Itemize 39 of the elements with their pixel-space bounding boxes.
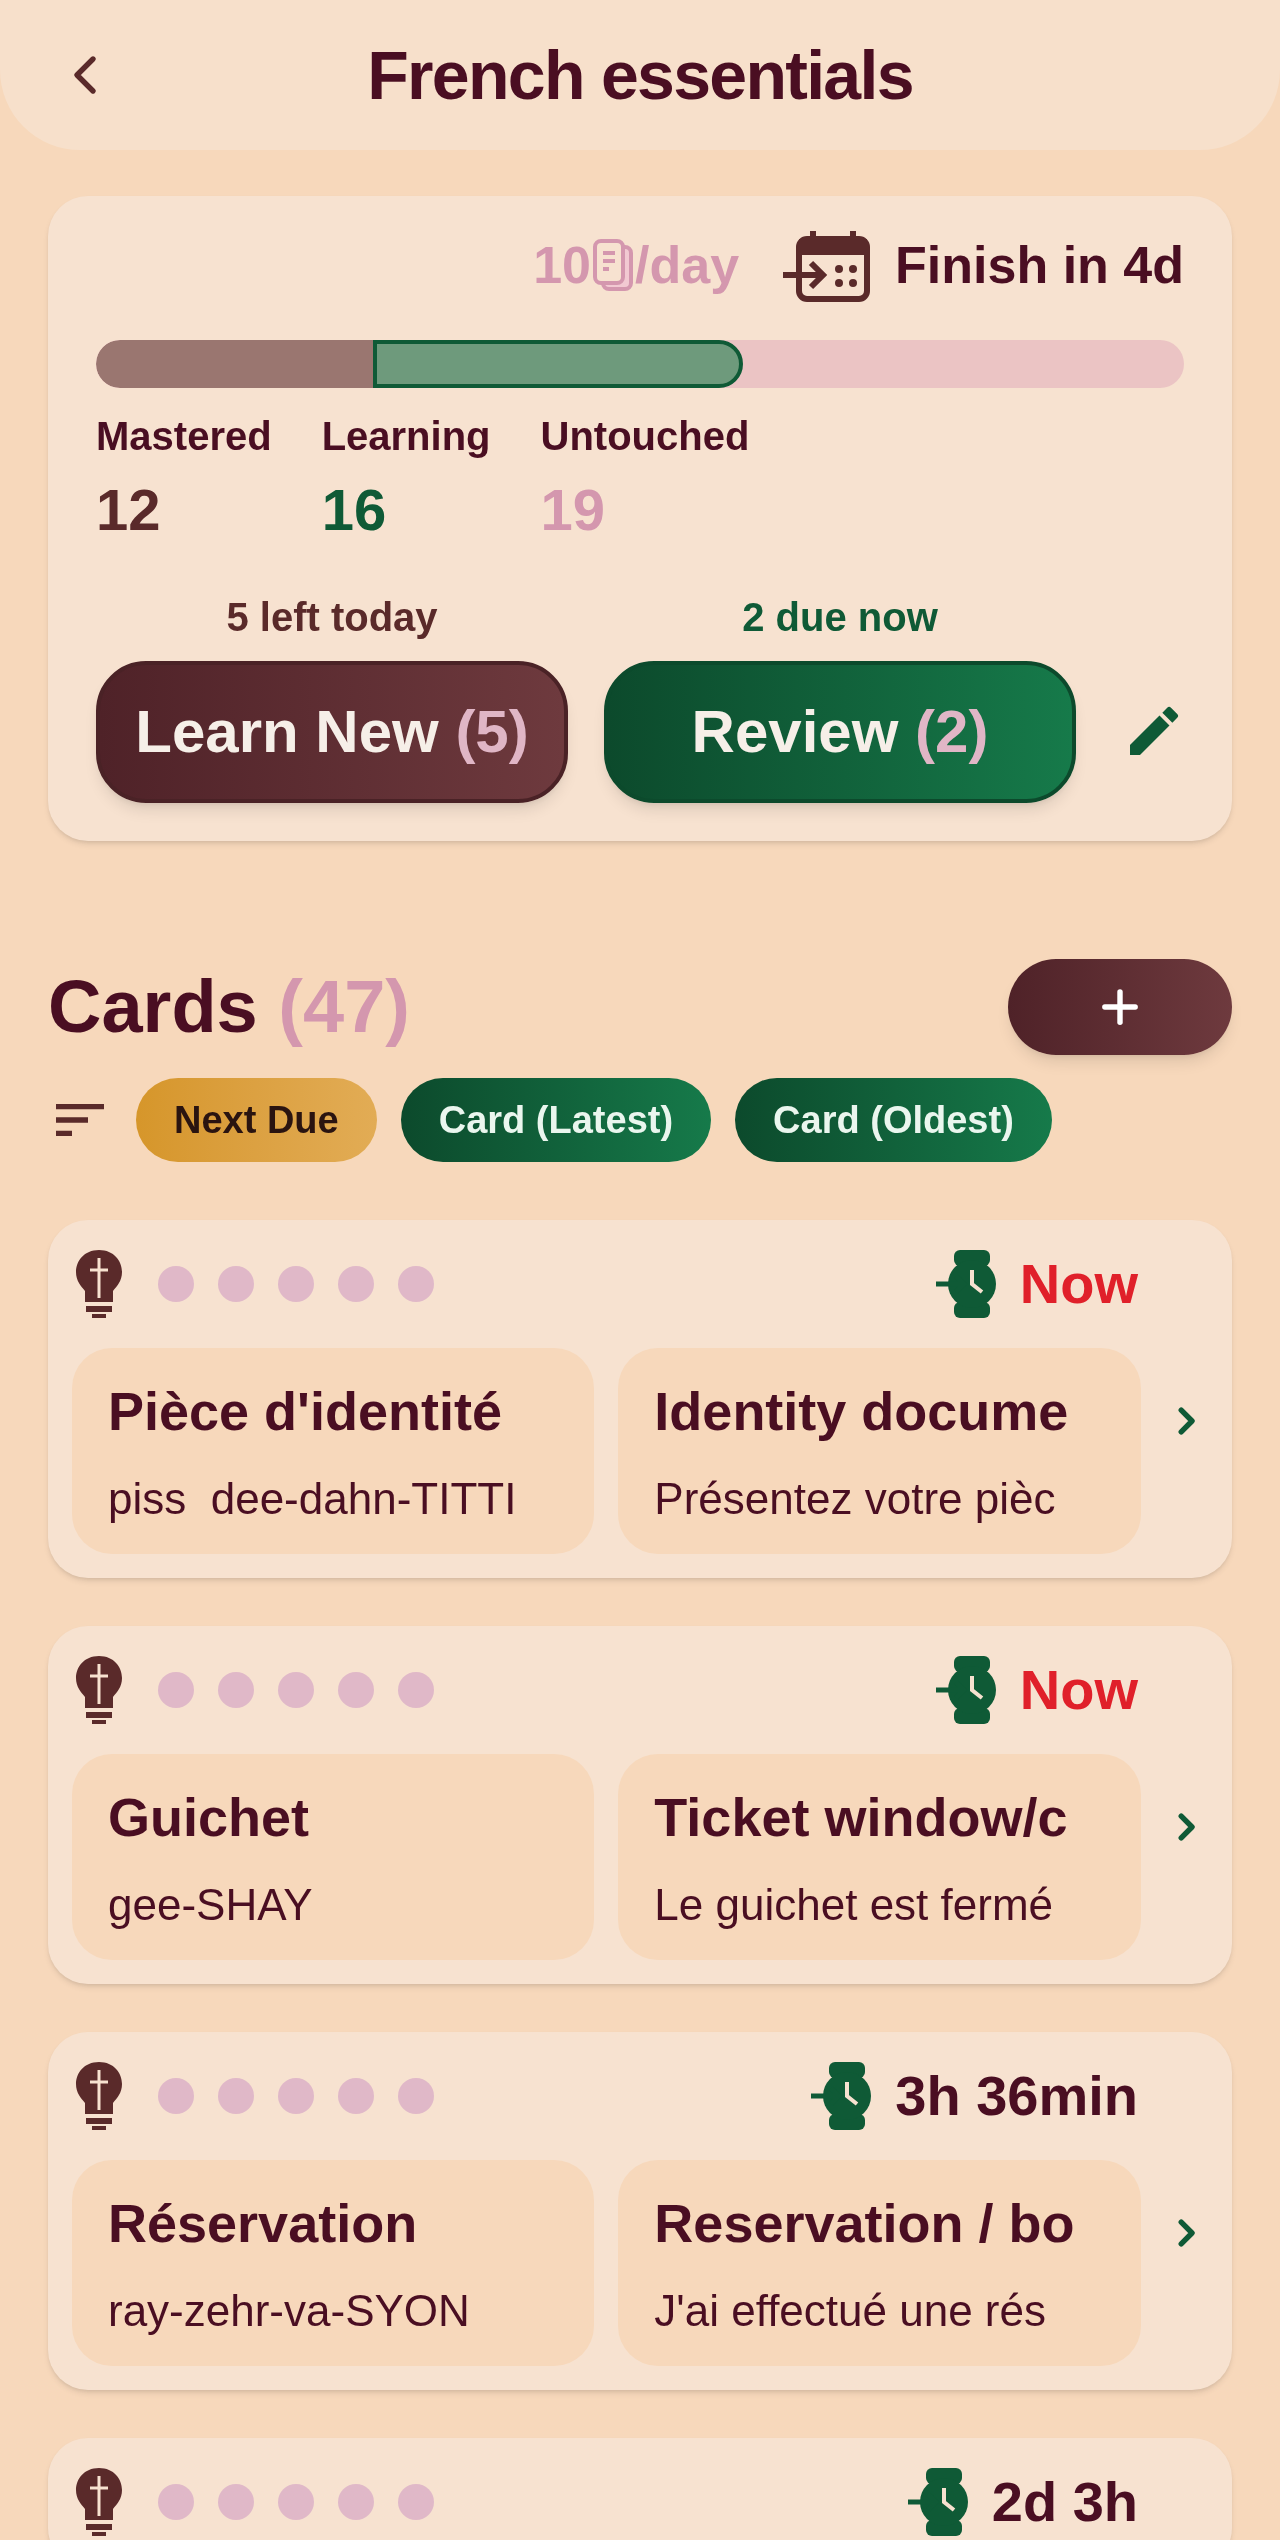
- flashcard[interactable]: Now Pièce d'identité piss dee-dahn-TITTI Identity docume Présentez votre pièc: [48, 1220, 1232, 1578]
- flashcard[interactable]: Now Guichet gee-SHAY Ticket window/c Le guichet est fermé: [48, 1626, 1232, 1984]
- sort-chip[interactable]: Next Due: [136, 1078, 377, 1162]
- card-hint: gee-SHAY: [108, 1878, 314, 1931]
- sort-chip[interactable]: Card (Latest): [400, 1078, 712, 1162]
- cards-icon: [591, 237, 636, 293]
- action-button[interactable]: Learn New (5): [96, 661, 568, 803]
- card-word: Pièce d'identité: [108, 1379, 503, 1443]
- stat-value: 19: [540, 476, 607, 544]
- due-time: Now: [1019, 1657, 1138, 1723]
- flashcard[interactable]: 2d 3h: [48, 2438, 1232, 2540]
- stat-label: Learning: [321, 413, 491, 460]
- card-word: Réservation: [108, 2191, 419, 2255]
- card-word: Reservation / bo: [654, 2191, 1076, 2255]
- card-word: Guichet: [108, 1785, 311, 1849]
- stat-label: Untouched: [540, 413, 750, 460]
- stat-label: Mastered: [96, 413, 272, 460]
- finish-estimate: Finish in 4d: [895, 235, 1184, 296]
- action-button[interactable]: Review (2): [604, 661, 1076, 803]
- action-caption: 2 due now: [742, 594, 938, 641]
- stat-value: 12: [96, 476, 162, 544]
- due-time: 3h 36min: [895, 2063, 1138, 2129]
- card-hint: ray-zehr-va-SYON: [108, 2284, 471, 2337]
- card-hint: piss dee-dahn-TITTI: [108, 1472, 518, 1525]
- card-word: Identity docume: [654, 1379, 1070, 1443]
- card-hint: Présentez votre pièc: [654, 1472, 1057, 1525]
- action-caption: 5 left today: [226, 594, 438, 641]
- flashcard[interactable]: 3h 36min Réservation ray-zehr-va-SYON Reservation / bo J'ai effectué une rés: [48, 2032, 1232, 2390]
- card-word: Ticket window/c: [654, 1785, 1069, 1849]
- due-time: Now: [1019, 1251, 1138, 1317]
- stat-value: 16: [321, 476, 388, 544]
- sort-chip[interactable]: Card (Oldest): [735, 1078, 1052, 1162]
- daily-count: 10: [533, 235, 592, 296]
- card-hint: J'ai effectué une rés: [654, 2284, 1047, 2337]
- card-hint: Le guichet est fermé: [654, 1878, 1055, 1931]
- page-title: French essentials: [366, 36, 914, 115]
- due-time: 2d 3h: [991, 2469, 1138, 2535]
- cards-heading: Cards (47): [48, 964, 410, 1050]
- daily-unit: /day: [635, 235, 740, 296]
